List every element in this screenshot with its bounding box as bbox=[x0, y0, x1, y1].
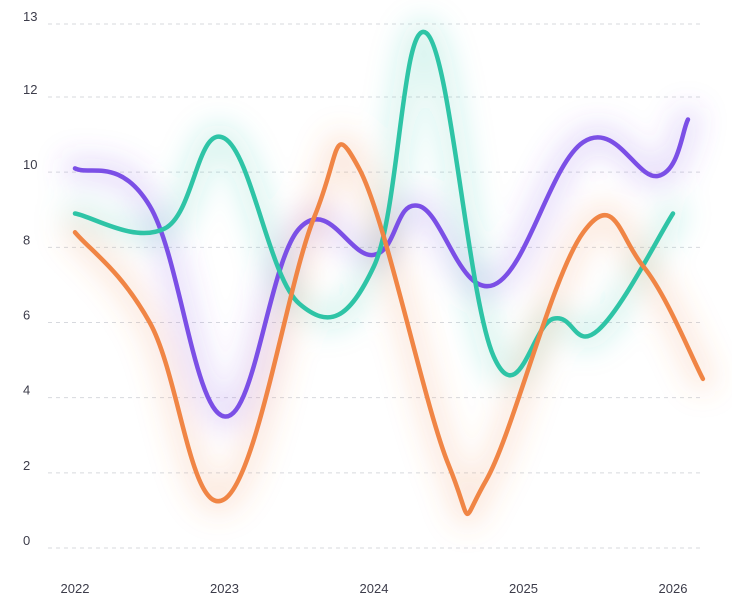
y-tick-label: 12 bbox=[23, 82, 37, 97]
line-chart: 0 2 4 6 8 10 12 13 2022 2023 2024 2025 2026 bbox=[23, 9, 716, 596]
x-tick-label: 2023 bbox=[210, 581, 239, 596]
x-tick-label: 2024 bbox=[360, 581, 389, 596]
y-tick-label: 6 bbox=[23, 308, 30, 323]
series-glow-layer bbox=[62, 19, 716, 527]
y-tick-label: 8 bbox=[23, 232, 30, 247]
x-tick-label: 2025 bbox=[509, 581, 538, 596]
y-axis-tick-labels: 0 2 4 6 8 10 12 13 bbox=[23, 9, 37, 548]
y-tick-label: 13 bbox=[23, 9, 37, 24]
y-tick-label: 0 bbox=[23, 533, 30, 548]
x-tick-label: 2026 bbox=[659, 581, 688, 596]
x-tick-label: 2022 bbox=[61, 581, 90, 596]
x-axis-tick-labels: 2022 2023 2024 2025 2026 bbox=[61, 581, 688, 596]
y-tick-label: 10 bbox=[23, 157, 37, 172]
y-tick-label: 4 bbox=[23, 383, 30, 398]
y-tick-label: 2 bbox=[23, 458, 30, 473]
